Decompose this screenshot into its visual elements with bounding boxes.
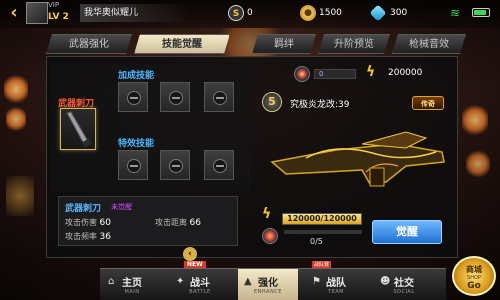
- lock-icon: [127, 159, 141, 173]
- attack-range-value: 66: [189, 218, 201, 228]
- attack-range-row: 攻击距离 66: [155, 217, 201, 228]
- bayonet-icon: [66, 111, 92, 148]
- energy-cost-value: 200000: [388, 68, 423, 78]
- bonus-skill-slot[interactable]: [160, 82, 190, 112]
- awaken-stone-icon[interactable]: [262, 228, 278, 244]
- social-icon: ☻: [380, 276, 391, 287]
- skill-name: 究极炎龙改:39: [290, 100, 350, 110]
- nav-social-sub: SOCIAL: [393, 289, 415, 295]
- gem-value: 300: [390, 8, 408, 18]
- new-badge: NEW: [184, 261, 206, 268]
- awaken-progress-text: 0/5: [310, 237, 323, 246]
- shop-button[interactable]: 商城 SHOP Go: [452, 256, 496, 296]
- gold-value: 1500: [319, 8, 342, 18]
- bonus-skills-title: 加成技能: [118, 71, 155, 81]
- bonus-skill-slot[interactable]: [118, 82, 148, 112]
- lock-icon: [169, 91, 183, 105]
- special-skill-slot[interactable]: [204, 150, 234, 180]
- gold-currency[interactable]: ● 1500: [300, 4, 342, 22]
- attack-damage-value: 60: [99, 218, 111, 228]
- shop-label: 商城: [466, 265, 482, 274]
- attack-damage-label: 攻击伤害: [65, 218, 97, 227]
- gem-currency[interactable]: 300: [369, 4, 408, 22]
- nav-battle[interactable]: NEW ✦ 战斗 BATTLE: [170, 261, 230, 300]
- battery-icon: [472, 8, 490, 17]
- back-arrow-icon[interactable]: ‹: [3, 2, 25, 24]
- nav-main-sub: MAIN: [124, 289, 140, 295]
- tab-bar: 武器强化 技能觉醒 羁绊 升阶预览 枪械音效: [46, 34, 466, 54]
- scroll-left-icon[interactable]: ‹: [183, 247, 197, 261]
- lightning-icon: ϟ: [366, 64, 376, 80]
- awaken-state: 未觉醒: [111, 203, 132, 211]
- awaken-button[interactable]: 觉醒: [372, 220, 442, 244]
- nav-enhance[interactable]: ▲ 强化 ENHANCE: [238, 269, 298, 300]
- lock-icon: [213, 91, 227, 105]
- player-name: 我华奥似耀儿: [80, 4, 190, 22]
- enhance-icon: ▲: [244, 276, 252, 287]
- shop-go: Go: [467, 281, 481, 291]
- weapon-gun-image: [270, 131, 445, 187]
- attack-damage-row: 攻击伤害 60: [65, 217, 111, 228]
- team-event-badge: 战队赛: [312, 261, 332, 268]
- lock-icon: [169, 159, 183, 173]
- weapon-info-box: 武器刺刀 未觉醒 攻击伤害 60 攻击距离 66 攻击频率 36: [58, 196, 238, 246]
- tab-skill-awaken[interactable]: 技能觉醒: [134, 34, 230, 54]
- nav-battle-sub: BATTLE: [189, 289, 211, 295]
- s-currency-value: 0: [247, 8, 253, 18]
- special-skill-slot[interactable]: [118, 150, 148, 180]
- diamond-icon: [369, 4, 387, 21]
- tab-bond[interactable]: 羁绊: [252, 34, 316, 54]
- special-skill-slot[interactable]: [160, 150, 190, 180]
- player-level: LV 2: [48, 12, 69, 22]
- lock-icon: [127, 91, 141, 105]
- s-currency[interactable]: S0: [228, 4, 253, 22]
- nav-enhance-sub: ENHANCE: [254, 289, 282, 295]
- top-bar: ‹ VIP LV 2 我华奥似耀儿 S0 ● 1500 300 ≋: [0, 0, 500, 28]
- nav-team[interactable]: 战队赛 ⚑ 战队 TEAM: [306, 261, 366, 300]
- avatar[interactable]: [26, 2, 48, 24]
- nav-main[interactable]: ⌂ 主页 MAIN: [102, 269, 162, 300]
- tab-upgrade-preview[interactable]: 升阶预览: [318, 34, 390, 54]
- energy-text: 120000/120000: [287, 214, 357, 223]
- attack-rate-label: 攻击频率: [65, 232, 97, 241]
- attack-rate-row: 攻击频率 36: [65, 231, 111, 242]
- vip-label: VIP: [48, 1, 60, 9]
- wifi-icon: ≋: [450, 6, 461, 20]
- bottom-nav: ⌂ 主页 MAIN NEW ✦ 战斗 BATTLE ▲ 强化 ENHANCE 战…: [100, 261, 446, 300]
- team-icon: ⚑: [312, 276, 321, 287]
- material-count: 0: [314, 69, 356, 79]
- s-coin-icon: S: [228, 4, 244, 21]
- battle-icon: ✦: [176, 276, 185, 287]
- bonus-skill-slot[interactable]: [204, 82, 234, 112]
- awaken-progress-bar: [284, 230, 362, 234]
- legend-tag: 传奇: [412, 96, 444, 110]
- tab-weapon-enhance[interactable]: 武器强化: [46, 34, 132, 54]
- attack-range-label: 攻击距离: [155, 218, 187, 227]
- awaken-material-icon[interactable]: [294, 66, 310, 82]
- home-icon: ⌂: [108, 276, 115, 287]
- side-decoration: [6, 176, 34, 216]
- stage-badge: 5: [262, 92, 282, 112]
- gold-coin-icon: ●: [300, 4, 316, 21]
- nav-social[interactable]: ☻ 社交 SOCIAL: [374, 269, 434, 300]
- lock-icon: [213, 159, 227, 173]
- attack-rate-value: 36: [99, 232, 111, 242]
- special-skills-title: 特效技能: [118, 139, 155, 149]
- energy-bolt-icon: ϟ: [262, 206, 272, 222]
- weapon-name: 武器刺刀: [65, 204, 102, 214]
- weapon-slot[interactable]: [60, 108, 96, 150]
- nav-team-sub: TEAM: [328, 289, 344, 295]
- tab-gun-sound[interactable]: 枪械音效: [392, 34, 466, 54]
